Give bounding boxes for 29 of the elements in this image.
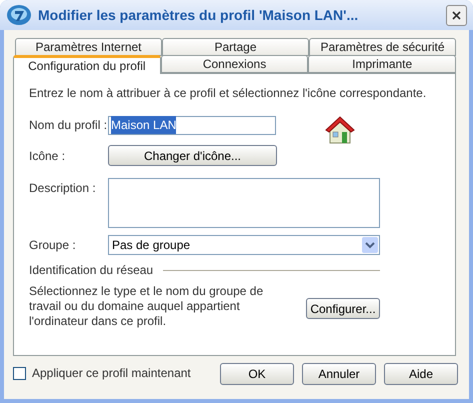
tab[interactable]: Paramètres Internet <box>15 38 162 56</box>
close-button[interactable] <box>446 4 467 26</box>
dialog-button[interactable]: Annuler <box>302 363 376 385</box>
tab[interactable]: Imprimante <box>308 55 456 73</box>
profile-name-field[interactable]: Maison LAN <box>108 116 276 134</box>
field-label: Groupe : <box>29 237 77 254</box>
field-label: Description : <box>29 180 97 197</box>
tab[interactable]: Configuration du profil <box>13 55 161 74</box>
dialog-button[interactable]: OK <box>220 363 294 385</box>
house-icon <box>324 115 356 145</box>
section-heading: Identification du réseau <box>29 262 154 279</box>
description-field[interactable] <box>108 178 380 228</box>
intro-text: Entrez le nom à attribuer à ce profil et sélectionnez l'icône correspondante. <box>29 85 428 102</box>
field-label: Nom du profil : <box>29 117 108 134</box>
field-label: Icône : <box>29 148 66 164</box>
checkbox-label: Appliquer ce profil maintenant <box>32 365 191 382</box>
configure-button[interactable]: Configurer... <box>306 298 380 319</box>
group-dropdown[interactable]: Pas de groupe <box>108 235 380 255</box>
app-logo-icon <box>6 4 32 26</box>
network-description: Sélectionnez le type et le nom du groupe de travail ou du domaine auquel appartient l'ordinateur dans ce profil. <box>29 284 264 329</box>
window-title: Modifier les paramètres du profil 'Maison LAN'... <box>38 6 360 25</box>
change-icon-button[interactable]: Changer d'icône... <box>108 145 277 166</box>
tab[interactable]: Connexions <box>160 55 308 73</box>
checkbox[interactable] <box>13 366 26 380</box>
tab[interactable]: Partage <box>162 38 309 56</box>
chevron-down-icon <box>362 237 378 253</box>
dialog-button[interactable]: Aide <box>384 363 458 385</box>
tab[interactable]: Paramètres de sécurité <box>309 38 456 56</box>
close-icon <box>451 10 462 20</box>
